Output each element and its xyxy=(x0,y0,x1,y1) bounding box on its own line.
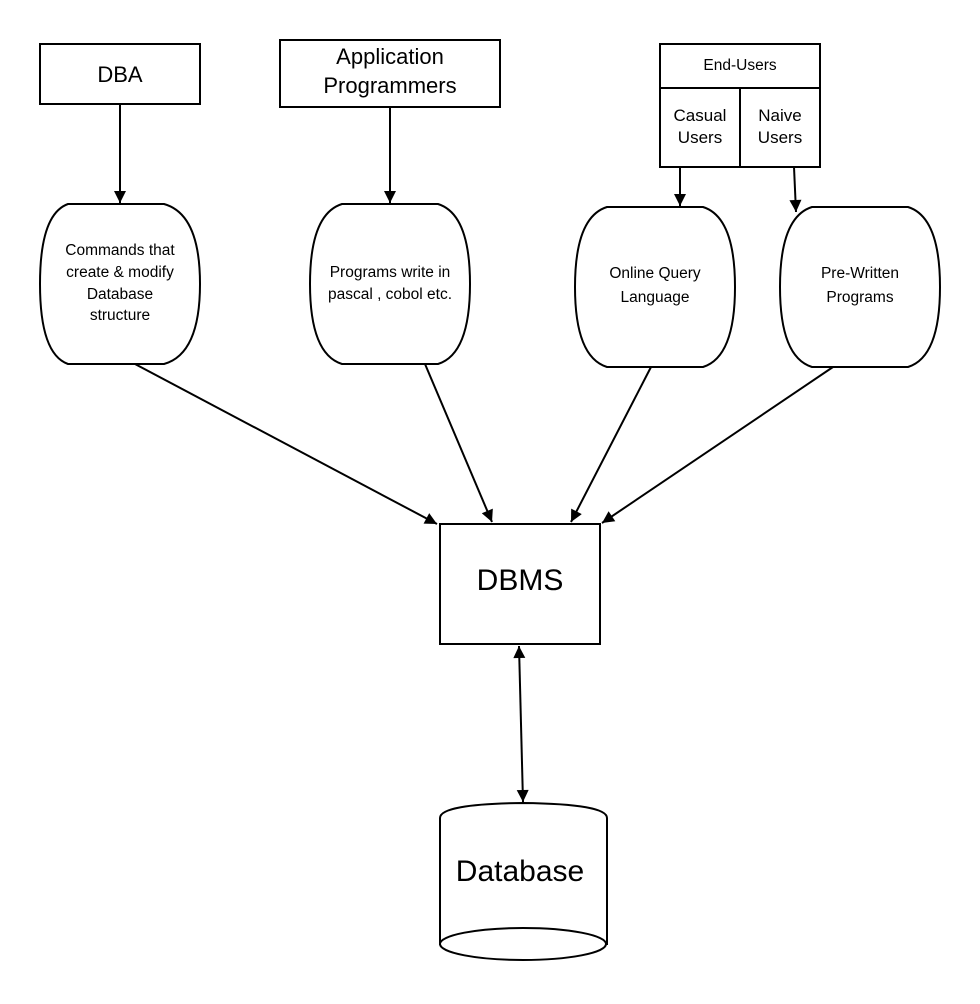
commands-line3: Database xyxy=(87,286,153,303)
commands-line4: structure xyxy=(90,307,150,324)
application-programmers-label-line2: Programmers xyxy=(323,73,456,98)
database-label: Database xyxy=(456,855,584,888)
programs-line2: pascal , cobol etc. xyxy=(328,286,452,303)
online-query-language-node: Online Query Language xyxy=(573,206,737,368)
edge-pre-written-to-dbms xyxy=(601,366,834,524)
dba-box: DBA xyxy=(39,43,201,105)
edge-programs-to-dbms xyxy=(424,363,493,523)
naive-users-line2: Users xyxy=(758,128,802,147)
application-programmers-label-line1: Application xyxy=(336,44,444,69)
commands-line2: create & modify xyxy=(66,264,174,281)
pre-written-programs-node: Pre-Written Programs xyxy=(778,206,942,368)
programs-node: Programs write in pascal , cobol etc. xyxy=(308,203,472,365)
dba-label: DBA xyxy=(97,62,143,87)
dbms-label: DBMS xyxy=(477,564,564,597)
database-cylinder: Database xyxy=(439,801,608,961)
end-users-title: End-Users xyxy=(703,57,776,74)
online-query-line1: Online Query xyxy=(609,265,701,282)
edge-commands-to-dbms xyxy=(134,363,438,525)
edge-dbms-database-bidirectional xyxy=(513,645,529,803)
pre-written-line2: Programs xyxy=(826,289,893,306)
commands-line1: Commands that xyxy=(65,242,175,259)
edge-naive-users-to-pre-written xyxy=(789,166,802,213)
commands-node: Commands that create & modify Database s… xyxy=(38,203,202,365)
programs-line1: Programs write in xyxy=(330,264,451,281)
dbms-box: DBMS xyxy=(439,523,601,645)
application-programmers-box: Application Programmers xyxy=(279,39,501,108)
casual-users-line2: Users xyxy=(678,128,722,147)
dbms-architecture-diagram: DBA Application Programmers End-Users Ca… xyxy=(38,39,942,961)
naive-users-line1: Naive xyxy=(758,106,801,125)
end-users-box: End-Users Casual Users Naive Users xyxy=(659,43,821,168)
online-query-line2: Language xyxy=(621,289,690,306)
casual-users-line1: Casual xyxy=(674,106,727,125)
pre-written-line1: Pre-Written xyxy=(821,265,899,282)
